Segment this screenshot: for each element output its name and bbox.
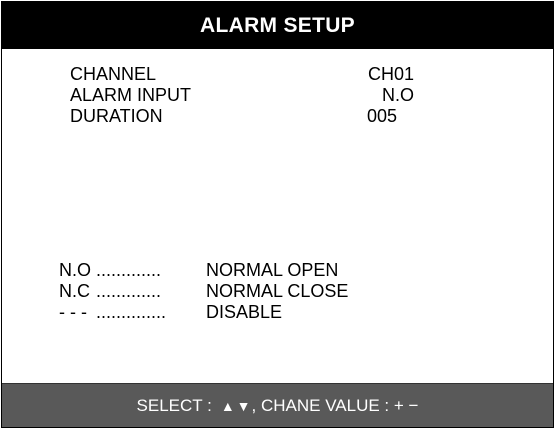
- legend-leader: .............: [96, 281, 162, 301]
- select-hint-label: SELECT :: [136, 395, 212, 415]
- legend-code: - - -: [59, 302, 87, 322]
- title-bar: ALARM SETUP: [2, 2, 553, 49]
- legend-row: - - - .............. DISABLE: [59, 302, 459, 323]
- legend-meaning: NORMAL OPEN: [206, 260, 339, 280]
- legend-code: N.O: [59, 260, 92, 280]
- page-title: ALARM SETUP: [200, 13, 355, 37]
- setting-row-channel[interactable]: CHANNEL CH01: [70, 64, 430, 85]
- legend-code: N.C: [59, 281, 90, 301]
- settings-list: CHANNEL CH01 ALARM INPUT N.O DURATION 00…: [70, 64, 430, 127]
- legend-leader: ..............: [96, 302, 167, 322]
- legend-row: N.O ............. NORMAL OPEN: [59, 260, 459, 281]
- legend-meaning: NORMAL CLOSE: [206, 281, 349, 301]
- footer-hint-bar: SELECT : ▲ ▼ , CHANE VALUE : + −: [2, 383, 553, 427]
- setting-label: DURATION: [70, 106, 163, 126]
- setting-value[interactable]: 005: [367, 106, 397, 127]
- legend: N.O ............. NORMAL OPEN N.C ......…: [59, 260, 459, 323]
- legend-row: N.C ............. NORMAL CLOSE: [59, 281, 459, 302]
- setting-value[interactable]: CH01: [368, 64, 414, 85]
- alarm-setup-window: ALARM SETUP CHANNEL CH01 ALARM INPUT N.O…: [1, 1, 554, 428]
- change-value-hint-label: , CHANE VALUE : + −: [251, 395, 419, 415]
- up-arrow-icon: ▲: [220, 397, 235, 414]
- setting-value[interactable]: N.O: [382, 85, 414, 106]
- legend-meaning: DISABLE: [206, 302, 283, 322]
- setting-row-alarm-input[interactable]: ALARM INPUT N.O: [70, 85, 430, 106]
- setting-label: ALARM INPUT: [70, 85, 192, 105]
- down-arrow-icon: ▼: [236, 397, 251, 414]
- setting-row-duration[interactable]: DURATION 005: [70, 106, 430, 127]
- setting-label: CHANNEL: [70, 64, 157, 84]
- legend-leader: .............: [96, 260, 162, 280]
